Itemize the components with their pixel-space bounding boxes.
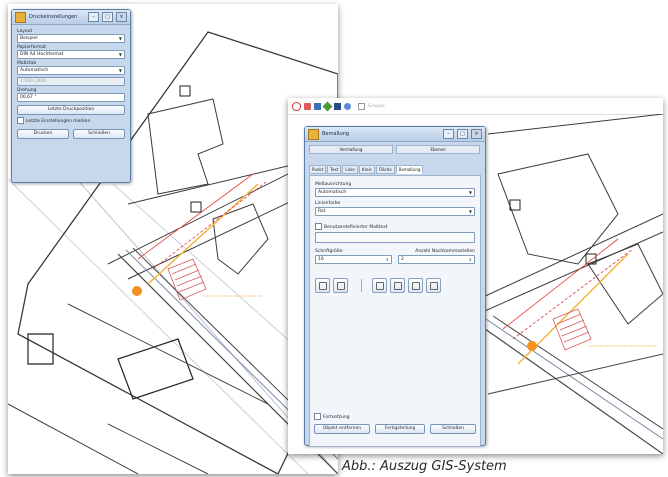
tab-linie[interactable]: Linie	[342, 165, 358, 174]
tab-vermassung[interactable]: Vermaßung	[309, 145, 393, 154]
chevron-down-icon: ▼	[118, 52, 122, 57]
save-position-button[interactable]: Letzte Druckposition	[17, 105, 125, 115]
remember-settings-checkbox[interactable]	[17, 117, 24, 124]
minimize-button[interactable]: –	[443, 129, 454, 139]
measure-select[interactable]: Automatisch ▼	[315, 188, 475, 197]
pointer-icon[interactable]	[292, 101, 301, 111]
print-tool-icon[interactable]	[426, 278, 441, 293]
dimension-title: Bemaßung	[322, 131, 350, 137]
print-button[interactable]: Drucken	[17, 129, 69, 139]
decimals-value: 2	[401, 257, 404, 262]
custom-text-label: Benutzerdefinierter Maßtext	[324, 225, 388, 230]
maximize-button[interactable]: □	[102, 12, 113, 22]
close-button[interactable]: ×	[116, 12, 127, 22]
stepper-icon[interactable]: ⇕	[469, 256, 472, 263]
paper-select[interactable]: DIN A4 Hochformat ▼	[17, 50, 125, 59]
chevron-down-icon: ▼	[468, 209, 472, 214]
rotation-value: 00,67 °	[20, 95, 37, 100]
map-toolbar: Gruppe	[288, 98, 663, 115]
pen-icon[interactable]	[322, 101, 333, 111]
font-size-stepper[interactable]: 16 ⇕	[315, 255, 392, 264]
toolbar-divider	[361, 279, 362, 292]
finish-button[interactable]: Fertigstellung	[375, 424, 425, 434]
dpi-field[interactable]: 1:100 (300)	[17, 77, 125, 86]
decimals-stepper[interactable]: 2 ⇕	[398, 255, 475, 264]
layout-select[interactable]: Beispiel ▼	[17, 34, 125, 43]
group-checkbox[interactable]	[358, 102, 365, 110]
custom-text-input[interactable]	[315, 232, 475, 243]
dimension-titlebar[interactable]: Bemaßung – □ ×	[305, 127, 485, 142]
font-size-label: Schriftgröße	[315, 249, 343, 254]
continue-label: Fortsetzung	[323, 415, 350, 420]
measure-label: Meßausrichtung	[315, 182, 352, 187]
print-settings-dialog: Druckeinstellungen – □ × Layout Beispiel…	[11, 9, 131, 183]
remove-object-button[interactable]: Objekt entfernen	[314, 424, 370, 434]
delete-tool-icon[interactable]	[408, 278, 423, 293]
group-label: Gruppe	[368, 103, 385, 109]
line-color-label: Linienfarbe	[315, 201, 341, 206]
layers-icon[interactable]	[314, 102, 321, 110]
dimension-tool-icon[interactable]	[315, 278, 330, 293]
scale-value: Automatisch	[20, 68, 49, 73]
print-settings-title: Druckeinstellungen	[29, 14, 78, 20]
tab-text[interactable]: Text	[327, 165, 342, 174]
chevron-down-icon: ▼	[118, 68, 122, 73]
tab-flaeche[interactable]: Fläche	[375, 165, 395, 174]
custom-text-checkbox[interactable]	[315, 223, 322, 230]
right-map-screenshot: Gruppe Bemaßung – □ × Vermaßung Ebenen P…	[288, 98, 663, 454]
chevron-down-icon: ▼	[468, 190, 472, 195]
measure-icon[interactable]	[334, 102, 341, 110]
scale-select[interactable]: Automatisch ▼	[17, 66, 125, 75]
tab-kreis[interactable]: Kreis	[358, 165, 375, 174]
location-marker[interactable]	[527, 341, 537, 351]
tab-ebenen[interactable]: Ebenen	[396, 145, 480, 154]
zoom-icon[interactable]	[304, 102, 311, 110]
measure-value: Automatisch	[318, 190, 347, 195]
cancel-button[interactable]: Schließen	[73, 129, 125, 139]
dpi-value: 1:100 (300)	[20, 79, 47, 84]
dimension-dialog: Bemaßung – □ × Vermaßung Ebenen Punkt Tex…	[304, 126, 486, 447]
location-marker[interactable]	[132, 286, 142, 296]
close-dialog-button[interactable]: Schließen	[430, 424, 476, 434]
figure-caption: Abb.: Auszug GIS-System	[342, 459, 507, 474]
chevron-down-icon: ▼	[118, 36, 122, 41]
ruler-icon	[308, 128, 319, 140]
paper-value: DIN A4 Hochformat	[20, 52, 64, 57]
edit-tool-icon[interactable]	[372, 278, 387, 293]
close-button[interactable]: ×	[471, 129, 482, 139]
globe-icon[interactable]	[344, 102, 351, 110]
line-color-select[interactable]: Rot ▼	[315, 207, 475, 216]
layout-value: Beispiel	[20, 36, 38, 41]
draw-tool-icon[interactable]	[390, 278, 405, 293]
tab-punkt[interactable]: Punkt	[309, 165, 327, 174]
tab-bemassung[interactable]: Bemaßung	[395, 165, 424, 174]
remember-settings-label: Letzte Einstellungen merken	[26, 119, 91, 124]
rotation-input[interactable]: 00,67 °	[17, 93, 125, 102]
print-settings-titlebar[interactable]: Druckeinstellungen – □ ×	[12, 10, 130, 25]
maximize-button[interactable]: □	[457, 129, 468, 139]
stepper-icon[interactable]: ⇕	[386, 256, 389, 263]
minimize-button[interactable]: –	[88, 12, 99, 22]
angle-tool-icon[interactable]	[333, 278, 348, 293]
line-color-value: Rot	[318, 209, 326, 214]
decimals-label: Anzahl Nachkommastellen	[415, 249, 475, 254]
dimension-panel: Meßausrichtung Automatisch ▼ Linienfarbe …	[309, 175, 481, 447]
font-size-value: 16	[318, 257, 324, 262]
printer-icon	[15, 11, 26, 23]
continue-checkbox[interactable]	[314, 413, 321, 420]
